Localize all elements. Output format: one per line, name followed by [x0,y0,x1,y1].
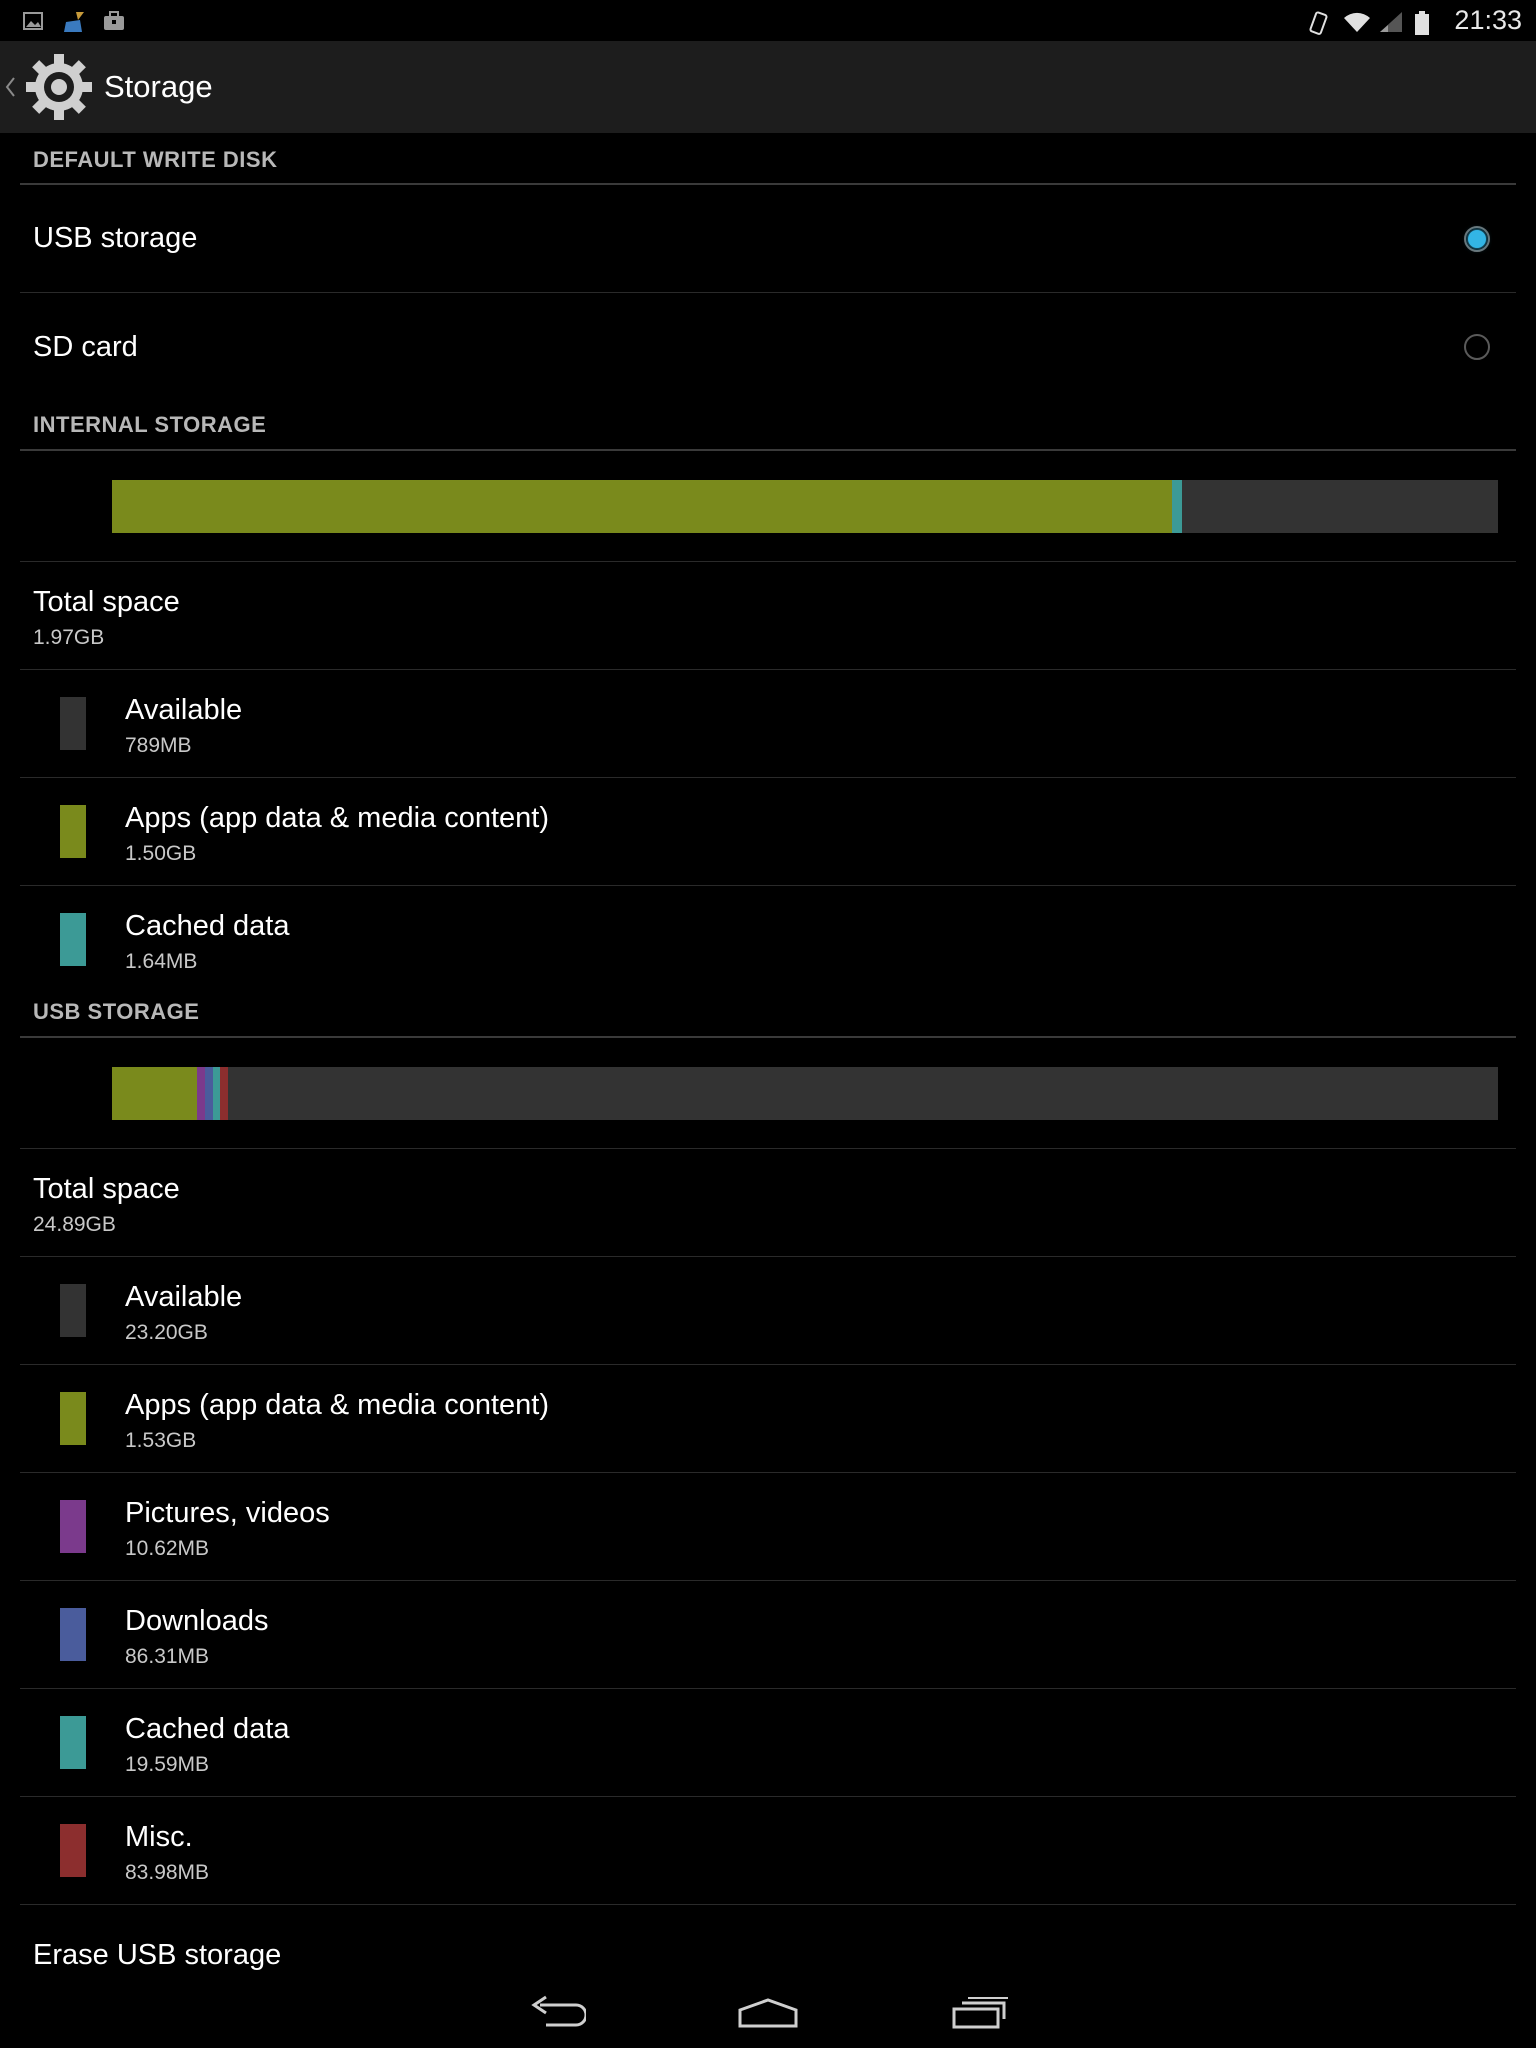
usb-bar-segment-downloads [205,1066,213,1120]
usb-storage-radio[interactable] [1464,225,1490,252]
cell-signal-icon [1378,10,1403,32]
usb-bar-segment-misc [220,1066,228,1120]
usb-cached-label: Cached data [125,1713,290,1745]
option-sd-card-label: SD card [33,330,138,363]
section-header-default-write-disk: DEFAULT WRITE DISK [20,133,1516,185]
usb-pictures-value: 10.62MB [125,1537,210,1560]
usb-bar-segment-pictures [197,1066,205,1120]
internal-cached-value: 1.64MB [125,950,198,973]
usb-available-label: Available [125,1281,243,1313]
internal-total-space: Total space 1.97GB [20,562,1516,670]
usb-downloads-value: 86.31MB [125,1645,210,1668]
internal-total-value: 1.97GB [33,626,105,649]
usb-item-downloads[interactable]: Downloads 86.31MB [20,1581,1516,1689]
usb-total-label: Total space [33,1173,180,1205]
internal-apps-value: 1.50GB [125,842,197,865]
internal-bar-segment-cached [1172,479,1182,533]
option-usb-storage-label: USB storage [33,222,198,254]
radio-selected-dot [1468,229,1486,248]
cached-swatch [60,1716,86,1769]
storage-screen: 21:33 Storage DEFAULT WRITE DISK USB sto… [0,0,1536,2048]
usb-item-pictures-videos[interactable]: Pictures, videos 10.62MB [20,1473,1516,1581]
internal-apps-label: Apps (app data & media content) [125,802,549,834]
sd-card-radio[interactable] [1464,334,1490,360]
internal-storage-bar-row [20,451,1516,562]
usb-bar-segment-apps [112,1066,197,1120]
usb-downloads-label: Downloads [125,1605,269,1637]
briefcase-icon [102,10,124,32]
usb-misc-value: 83.98MB [125,1861,210,1884]
usb-storage-usage-bar [112,1066,1498,1120]
erase-usb-storage-label: Erase USB storage [33,1939,282,1971]
cached-swatch [60,913,86,966]
available-swatch [60,1284,86,1337]
usb-misc-label: Misc. [125,1821,193,1853]
internal-available-label: Available [125,694,243,726]
usb-pictures-label: Pictures, videos [125,1497,330,1529]
internal-total-label: Total space [33,586,180,618]
usb-item-cached[interactable]: Cached data 19.59MB [20,1689,1516,1797]
available-swatch [60,697,86,750]
screen-rotation-icon [1306,10,1328,35]
downloads-swatch [60,1608,86,1661]
usb-storage-bar-row [20,1038,1516,1149]
storage-content: DEFAULT WRITE DISK USB storage SD card I… [0,133,1536,1971]
erase-usb-storage[interactable]: Erase USB storage [20,1905,1516,1971]
recents-icon[interactable] [874,1978,1086,2048]
usb-total-value: 24.89GB [33,1213,116,1236]
usb-bar-segment-cached [213,1066,220,1120]
option-usb-storage[interactable]: USB storage [20,185,1516,293]
section-header-internal-storage: INTERNAL STORAGE [20,401,1516,451]
battery-icon [1414,10,1436,35]
apps-swatch [60,1392,86,1445]
broom-icon [62,10,84,32]
image-icon [22,10,44,32]
usb-item-misc[interactable]: Misc. 83.98MB [20,1797,1516,1905]
apps-swatch [60,805,86,858]
misc-swatch [60,1824,86,1877]
usb-apps-label: Apps (app data & media content) [125,1389,549,1421]
action-bar[interactable]: Storage [0,41,1536,133]
internal-bar-segment-apps [112,479,1172,533]
settings-gear-icon[interactable] [22,50,96,124]
usb-item-apps[interactable]: Apps (app data & media content) 1.53GB [20,1365,1516,1473]
home-icon[interactable] [662,1978,874,2048]
navigation-bar [0,1978,1536,2048]
usb-available-value: 23.20GB [125,1321,208,1344]
section-header-usb-storage: USB STORAGE [20,994,1516,1038]
usb-apps-value: 1.53GB [125,1429,197,1452]
usb-total-space: Total space 24.89GB [20,1149,1516,1257]
status-bar: 21:33 [0,0,1536,41]
wifi-icon [1342,10,1371,32]
internal-item-available[interactable]: Available 789MB [20,670,1516,778]
back-icon[interactable] [450,1978,662,2048]
internal-item-cached[interactable]: Cached data 1.64MB [20,886,1516,994]
internal-available-value: 789MB [125,734,192,757]
usb-item-available[interactable]: Available 23.20GB [20,1257,1516,1365]
internal-item-apps[interactable]: Apps (app data & media content) 1.50GB [20,778,1516,886]
internal-storage-usage-bar [112,479,1498,533]
pictures-swatch [60,1500,86,1553]
internal-cached-label: Cached data [125,910,290,942]
up-navigation-icon[interactable] [4,72,20,102]
status-clock: 21:33 [1454,5,1522,35]
usb-cached-value: 19.59MB [125,1753,210,1776]
option-sd-card[interactable]: SD card [20,293,1516,401]
page-title: Storage [104,69,213,104]
